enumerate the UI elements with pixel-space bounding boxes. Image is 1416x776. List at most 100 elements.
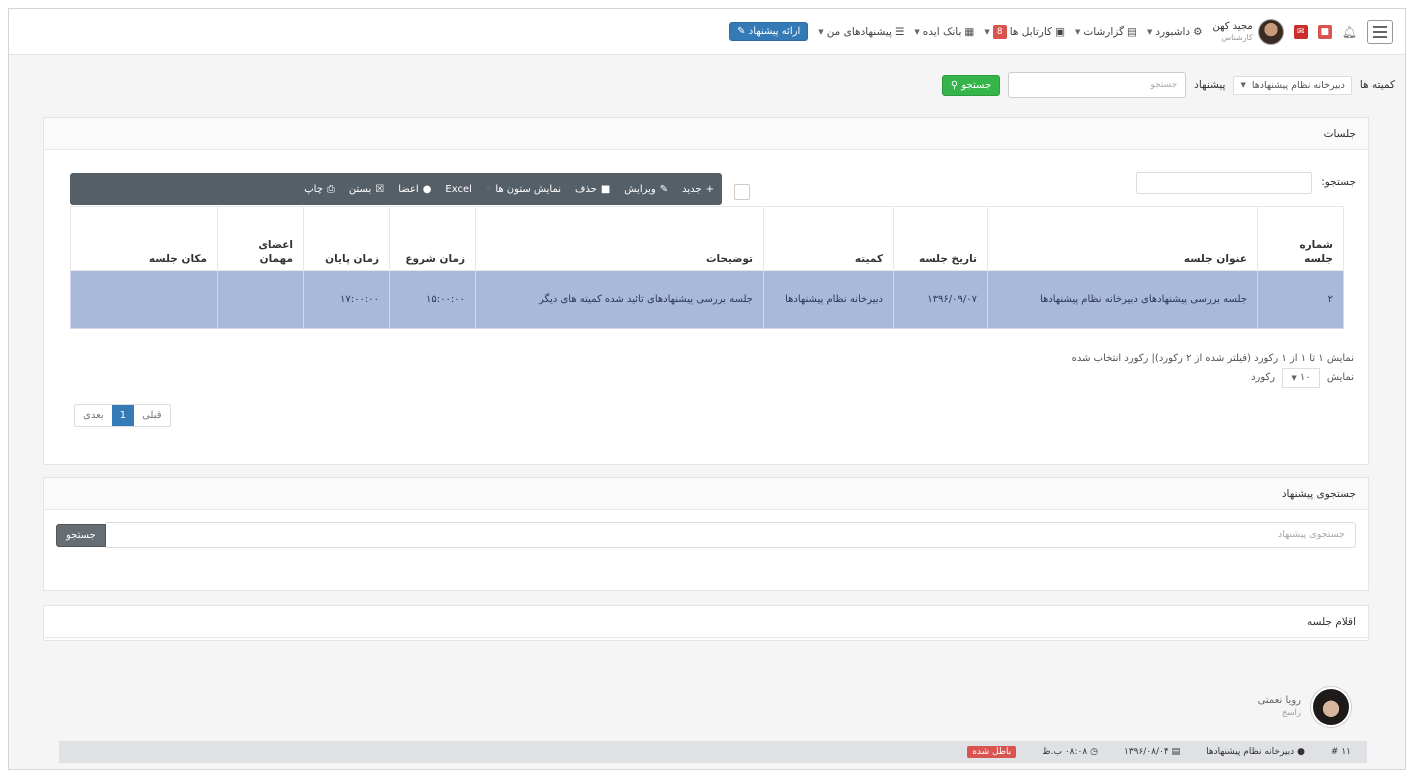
image-icon: ▦ — [964, 25, 975, 38]
pager-next[interactable]: بعدی — [75, 405, 112, 426]
edit-label: ویرایش — [624, 183, 656, 195]
pager-page-1[interactable]: 1 — [111, 405, 135, 426]
col-location[interactable]: مکان جلسه — [70, 206, 218, 271]
person-role: راسخ — [1281, 708, 1301, 718]
columns-button[interactable]: نمایش ستون ها ▼ — [486, 184, 561, 195]
cartable-count-badge: 8 — [992, 24, 1007, 39]
cell-location — [70, 270, 218, 329]
suggestion-search-input[interactable]: جستجو — [1008, 72, 1187, 98]
page-size-row: نمایش ۱۰ ▼ رکورد — [1072, 368, 1354, 388]
table-search-input[interactable] — [1136, 172, 1312, 194]
list-item[interactable]: ۱۱ # ● دبیرخانه نظام پیشنهادها ▤ ۱۳۹۶/۰۸… — [59, 741, 1367, 763]
table-info: نمایش ۱ تا ۱ از ۱ رکورد (فیلتر شده از ۲ … — [1072, 350, 1354, 388]
records-label: رکورد — [1251, 372, 1276, 383]
user-role: کارشناس — [1221, 32, 1253, 42]
col-description[interactable]: توضیحات — [475, 206, 764, 271]
select-all-checkbox[interactable] — [734, 184, 750, 200]
alert-badge[interactable]: ■ — [1317, 24, 1332, 39]
chevron-down-icon: ▼ — [984, 27, 990, 36]
chevron-down-icon: ▼ — [1291, 374, 1297, 382]
cell-date: ۱۳۹۶/۰۹/۰۷ — [893, 270, 988, 329]
list-icon: ☰ — [894, 25, 905, 38]
filter-search-label: جستجو — [961, 79, 992, 91]
nav-cartable-label: کارتابل ها — [1009, 25, 1053, 38]
members-button[interactable]: ● اعضا — [398, 184, 431, 195]
members-label: اعضا — [398, 183, 419, 195]
item-committee-wrap: ● دبیرخانه نظام پیشنهادها — [1206, 747, 1305, 757]
new-button[interactable]: + جدید — [682, 184, 714, 195]
users-icon: ● — [1297, 747, 1305, 757]
col-guests[interactable]: اعضای مهمان — [217, 206, 304, 271]
col-number[interactable]: شماره جلسه — [1257, 206, 1344, 271]
pagination: قبلی 1 بعدی — [74, 404, 171, 427]
close-icon: ☒ — [375, 183, 385, 195]
top-navbar: 🔔︎ ■ ✉ مجید کهن کارشناس ⚙ داشبورد ▼ ▤ گز… — [9, 9, 1405, 55]
table-header-row: شماره جلسه عنوان جلسه تاریخ جلسه کمیته ت… — [70, 206, 1344, 271]
mail-icon[interactable]: ✉ — [1293, 24, 1308, 39]
filter-search-button[interactable]: جستجو ⚲ — [941, 74, 1001, 96]
print-button[interactable]: ⎙ چاپ — [304, 184, 335, 195]
nav-my-suggestions-label: پیشنهادهای من — [826, 25, 892, 38]
col-end[interactable]: زمان پایان — [303, 206, 390, 271]
col-start[interactable]: زمان شروع — [389, 206, 476, 271]
pager-prev[interactable]: قبلی — [134, 405, 170, 426]
nav-my-suggestions[interactable]: ☰ پیشنهادهای من ▼ — [818, 26, 904, 38]
item-time-wrap: ◷ ۰۸:۰۸ ب.ظ — [1042, 747, 1098, 757]
nav-dashboard[interactable]: ⚙ داشبورد ▼ — [1147, 26, 1203, 38]
nav-idea-bank[interactable]: ▦ بانک ایده ▼ — [914, 26, 974, 38]
chevron-down-icon: ▼ — [485, 185, 492, 193]
print-label: چاپ — [304, 183, 323, 195]
close-button[interactable]: ☒ بستن — [349, 184, 384, 195]
chevron-down-icon: ▼ — [818, 27, 824, 36]
table-row[interactable]: ۲ جلسه بررسی پیشنهادهای دبیرخانه نظام پی… — [70, 270, 1344, 329]
table-toolbar: + جدید ✎ ویرایش ■ حذف نمایش ستون ها ▼ Excel … — [70, 173, 722, 205]
table-search-label: جستجو: — [1321, 176, 1356, 188]
page-size-select[interactable]: ۱۰ ▼ — [1282, 368, 1320, 388]
app-frame: 🔔︎ ■ ✉ مجید کهن کارشناس ⚙ داشبورد ▼ ▤ گز… — [8, 8, 1406, 770]
col-date[interactable]: تاریخ جلسه — [893, 206, 988, 271]
suggestion-search-field[interactable]: جستجوی پیشنهاد — [105, 522, 1356, 548]
item-committee: دبیرخانه نظام پیشنهادها — [1206, 747, 1295, 757]
search-icon: ⚲ — [950, 79, 959, 91]
person-card: رویا نعمتی راسخ — [1258, 687, 1351, 727]
nav-dashboard-label: داشبورد — [1155, 25, 1191, 38]
session-items-title: اقلام جلسه — [44, 606, 1368, 638]
suggestion-search-button[interactable]: جستجو — [56, 523, 106, 547]
edit-button[interactable]: ✎ ویرایش — [624, 184, 668, 195]
committee-select-value: دبیرخانه نظام پیشنهادها — [1251, 79, 1345, 91]
committees-label: کمیته ها — [1359, 79, 1395, 91]
excel-button[interactable]: Excel — [445, 184, 472, 195]
bell-icon[interactable]: 🔔︎ — [1342, 25, 1357, 39]
delete-button[interactable]: ■ حذف — [575, 184, 610, 195]
user-name: مجید کهن — [1212, 20, 1253, 32]
status-badge: باطل شده — [967, 746, 1017, 758]
dashboard-icon: ⚙ — [1193, 25, 1203, 38]
trash-icon: ■ — [600, 183, 611, 195]
suggestion-search-title: جستجوی پیشنهاد — [44, 478, 1368, 510]
col-committee[interactable]: کمیته — [763, 206, 894, 271]
nav-reports[interactable]: ▤ گزارشات ▼ — [1075, 26, 1137, 38]
item-number: ۱۱ # — [1330, 747, 1351, 757]
close-label: بستن — [348, 183, 372, 195]
user-menu[interactable]: مجید کهن کارشناس — [1212, 18, 1284, 45]
committee-select[interactable]: دبیرخانه نظام پیشنهادها ▼ — [1233, 75, 1352, 95]
cell-committee: دبیرخانه نظام پیشنهادها — [763, 270, 894, 329]
session-items-panel: اقلام جلسه — [43, 605, 1369, 641]
page-size-label: نمایش — [1326, 372, 1354, 383]
page-size-value: ۱۰ — [1299, 372, 1311, 383]
item-date: ۱۳۹۶/۰۸/۰۴ — [1123, 747, 1169, 757]
plus-icon: + — [705, 183, 714, 195]
sessions-panel: جلسات جستجو: + جدید ✎ ویرایش ■ حذف نمایش ست… — [43, 117, 1369, 465]
print-icon: ⎙ — [326, 183, 335, 195]
col-title[interactable]: عنوان جلسه — [987, 206, 1258, 271]
users-icon: ● — [422, 183, 432, 195]
chevron-down-icon: ▼ — [1074, 27, 1081, 36]
nav-cartable[interactable]: ▣ کارتابل ها 8 ▼ — [984, 24, 1065, 39]
submit-suggestion-button[interactable]: ارائه پیشنهاد ✎ — [729, 22, 809, 41]
hamburger-menu-button[interactable] — [1367, 19, 1393, 44]
item-time: ۰۸:۰۸ ب.ظ — [1042, 747, 1088, 757]
session-items-list: رویا نعمتی راسخ ۱۱ # ● دبیرخانه نظام پیش… — [43, 677, 1369, 769]
sessions-table: شماره جلسه عنوان جلسه تاریخ جلسه کمیته ت… — [70, 206, 1344, 329]
cell-start: ۱۵:۰۰:۰۰ — [389, 270, 476, 329]
item-date-wrap: ▤ ۱۳۹۶/۰۸/۰۴ — [1124, 747, 1180, 757]
